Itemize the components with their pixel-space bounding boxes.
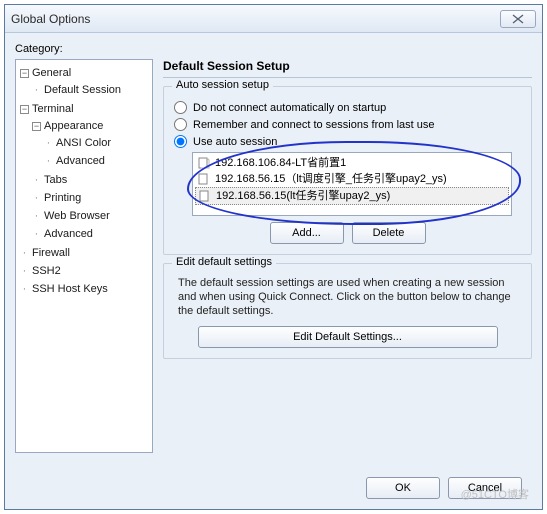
session-list[interactable]: 192.168.106.84-LT省前置1 192.168.56.15（lt调度… [192,152,512,216]
edit-default-group: Edit default settings The default sessio… [163,263,532,359]
global-options-window: Global Options Category: −General ·Defau… [4,4,543,510]
close-icon [511,14,525,24]
page-title: Default Session Setup [163,59,532,73]
list-item[interactable]: 192.168.56.15（lt调度引擎_任务引擎upay2_ys) [195,171,509,187]
list-item-selected[interactable]: 192.168.56.15(lt任务引擎upay2_ys) [195,187,509,205]
ok-button[interactable]: OK [366,477,440,499]
session-icon [197,172,211,186]
radio-input[interactable] [174,101,187,114]
radio-remember[interactable]: Remember and connect to sessions from la… [174,118,521,131]
collapse-icon[interactable]: − [20,69,29,78]
dialog-body: Category: −General ·Default Session −Ter… [5,33,542,509]
delete-button[interactable]: Delete [352,222,426,244]
tree-advanced-terminal[interactable]: ·Advanced [32,225,150,243]
tree-terminal[interactable]: −Terminal −Appearance ·ANSI Color ·Advan… [20,100,150,244]
edit-default-legend: Edit default settings [172,256,276,268]
tree-appearance[interactable]: −Appearance ·ANSI Color ·Advanced [32,117,150,171]
right-pane: Default Session Setup Auto session setup… [163,59,532,467]
tree-general[interactable]: −General ·Default Session [20,64,150,100]
auto-session-legend: Auto session setup [172,79,273,91]
close-button[interactable] [500,10,536,28]
tree-web-browser[interactable]: ·Web Browser [32,207,150,225]
tree-ansi-color[interactable]: ·ANSI Color [44,134,150,152]
tree-default-session[interactable]: ·Default Session [32,81,150,99]
tree-printing[interactable]: ·Printing [32,189,150,207]
session-icon [197,156,211,170]
auto-session-group: Auto session setup Do not connect automa… [163,86,532,255]
tree-tabs[interactable]: ·Tabs [32,171,150,189]
session-icon [198,189,212,203]
category-label: Category: [15,43,532,55]
radio-do-not-connect[interactable]: Do not connect automatically on startup [174,101,521,114]
radio-input[interactable] [174,135,187,148]
tree-firewall[interactable]: ·Firewall [20,244,150,262]
divider [163,77,532,78]
cancel-button[interactable]: Cancel [448,477,522,499]
radio-use-auto[interactable]: Use auto session [174,135,521,148]
edit-help-text: The default session settings are used wh… [178,276,517,318]
window-title: Global Options [11,12,500,26]
session-buttons: Add... Delete [174,222,521,244]
tree-advanced-appearance[interactable]: ·Advanced [44,152,150,170]
add-button[interactable]: Add... [270,222,344,244]
panes: −General ·Default Session −Terminal −App… [15,59,532,467]
list-item[interactable]: 192.168.106.84-LT省前置1 [195,155,509,171]
dialog-footer: OK Cancel [15,467,532,509]
category-tree[interactable]: −General ·Default Session −Terminal −App… [15,59,153,453]
collapse-icon[interactable]: − [20,105,29,114]
titlebar: Global Options [5,5,542,33]
tree-ssh-host-keys[interactable]: ·SSH Host Keys [20,280,150,298]
tree-ssh2[interactable]: ·SSH2 [20,262,150,280]
radio-input[interactable] [174,118,187,131]
edit-default-settings-button[interactable]: Edit Default Settings... [198,326,498,348]
collapse-icon[interactable]: − [32,122,41,131]
